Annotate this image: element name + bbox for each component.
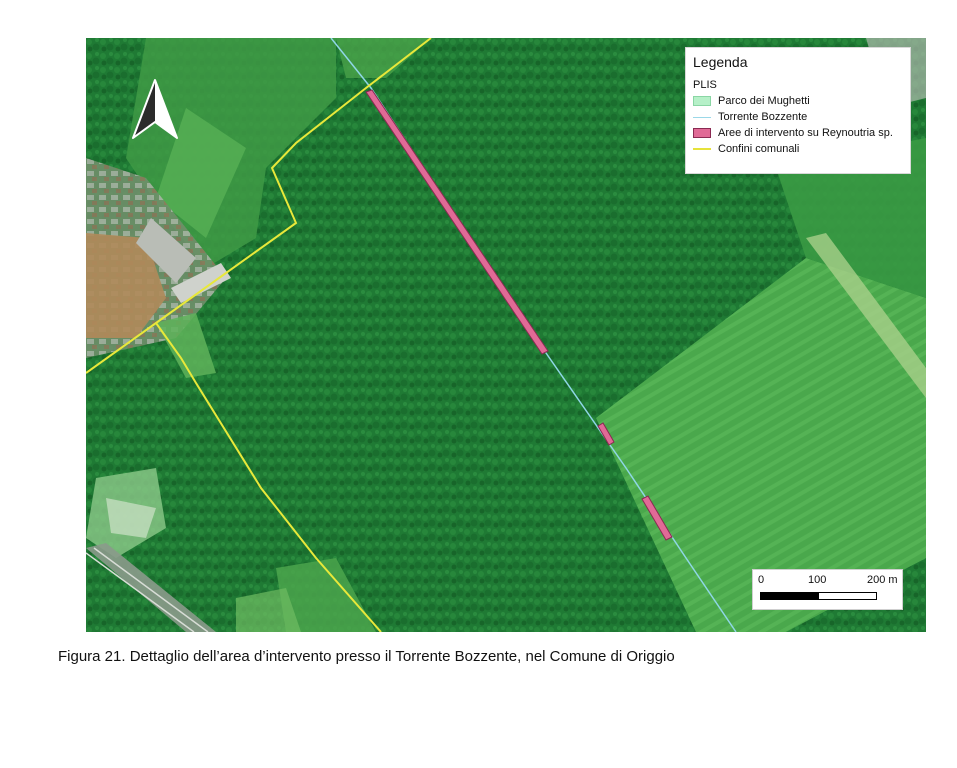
legend-swatch-confini — [693, 148, 711, 150]
legend-title: Legenda — [693, 54, 748, 70]
map-legend: Legenda PLIS Parco dei Mughetti Torrente… — [685, 47, 911, 174]
scale-label-200: 200 m — [867, 574, 898, 586]
legend-label: Parco dei Mughetti — [718, 95, 810, 107]
legend-swatch-torrente — [693, 116, 711, 118]
scale-bar: 0 100 200 m — [752, 569, 903, 610]
legend-item-confini: Confini comunali — [693, 141, 903, 157]
legend-item-aree: Aree di intervento su Reynoutria sp. — [693, 125, 903, 141]
legend-item-parco: Parco dei Mughetti — [693, 93, 903, 109]
legend-swatch-aree — [693, 128, 711, 138]
map-view[interactable]: Legenda PLIS Parco dei Mughetti Torrente… — [86, 38, 926, 632]
legend-swatch-parco — [693, 96, 711, 106]
scale-segment-white — [818, 592, 877, 600]
scale-segment-black — [760, 592, 819, 600]
legend-label: Torrente Bozzente — [718, 111, 808, 123]
legend-group-label: PLIS — [693, 79, 717, 91]
legend-label: Confini comunali — [718, 143, 800, 155]
scale-label-100: 100 — [808, 574, 827, 586]
scale-label-0: 0 — [758, 574, 765, 586]
figure-caption: Figura 21. Dettaglio dell’area d’interve… — [58, 648, 675, 665]
legend-label: Aree di intervento su Reynoutria sp. — [718, 127, 893, 139]
legend-item-torrente: Torrente Bozzente — [693, 109, 903, 125]
north-arrow-icon — [132, 79, 178, 139]
